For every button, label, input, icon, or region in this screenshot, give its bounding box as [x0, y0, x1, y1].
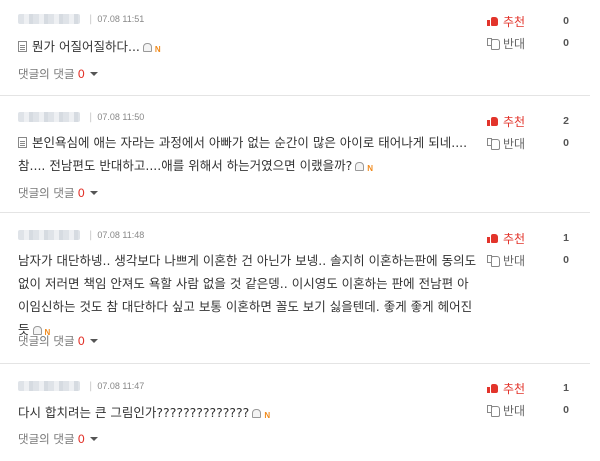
comment-list: | 07.08 11:51 뭔가 어질어질하다... N 댓글의 댓글 0 추천 0… [0, 0, 600, 461]
downvote-label: 반대 [503, 36, 526, 51]
caret-down-icon [89, 191, 98, 195]
reply-toggle[interactable]: 댓글의 댓글 0 [18, 66, 98, 82]
upvote-button[interactable]: 추천 2 [487, 114, 577, 129]
upvote-count: 0 [563, 15, 569, 27]
downvote-button[interactable]: 반대 0 [487, 253, 577, 268]
downvote-button[interactable]: 반대 0 [487, 403, 577, 418]
comment-meta: | 07.08 11:50 [18, 111, 144, 123]
comment-line: 남자가 대단하넹.. 생각보다 나쁘게 이혼한 건 아닌가 보넹.. 솔지히 이… [18, 253, 477, 268]
comment-item: | 07.08 11:51 뭔가 어질어질하다... N 댓글의 댓글 0 추천 0… [0, 0, 590, 96]
report-icon[interactable] [252, 409, 262, 418]
upvote-count: 2 [563, 115, 569, 127]
comment-extras: N [252, 402, 270, 427]
downvote-count: 0 [563, 254, 569, 266]
report-icon[interactable] [142, 43, 152, 52]
comment-body: 본인욕심에 애는 자라는 과정에서 아빠가 없는 순간이 많은 아이로 태어나게… [18, 131, 478, 180]
thumbs-up-icon [487, 116, 498, 126]
upvote-count: 1 [563, 382, 569, 394]
downvote-count: 0 [563, 404, 569, 416]
new-badge: N [367, 164, 374, 173]
thumbs-up-icon [487, 233, 498, 243]
reply-toggle[interactable]: 댓글의 댓글 0 [18, 333, 98, 349]
thumbs-down-icon [487, 38, 500, 50]
downvote-label: 반대 [503, 136, 526, 151]
upvote-label: 추천 [503, 114, 526, 129]
comment-line: 참.... 전남편도 반대하고....애를 위해서 하는거였으면 이랬을까? N [18, 154, 478, 180]
report-icon[interactable] [355, 162, 365, 171]
comment-date: 07.08 11:47 [97, 381, 145, 391]
comment-extras: N [355, 155, 373, 180]
reply-count: 0 [77, 432, 85, 446]
document-icon [18, 137, 27, 148]
comment-date: 07.08 11:50 [97, 112, 145, 122]
downvote-count: 0 [563, 137, 569, 149]
reply-toggle[interactable]: 댓글의 댓글 0 [18, 185, 98, 201]
downvote-button[interactable]: 반대 0 [487, 136, 577, 151]
comment-line: 없이 저러면 책임 안져도 욕할 사람 없을 것 같은뎅.. 이시영도 이혼하는… [18, 276, 469, 291]
thumbs-up-icon [487, 383, 498, 393]
comment-date: 07.08 11:51 [97, 14, 145, 24]
downvote-count: 0 [563, 37, 569, 49]
upvote-button[interactable]: 추천 0 [487, 14, 577, 29]
comment-text-line: 참.... 전남편도 반대하고....애를 위해서 하는거였으면 이랬을까? [18, 158, 353, 173]
comment-item: | 07.08 11:50 본인욕심에 애는 자라는 과정에서 아빠가 없는 순… [0, 96, 590, 213]
comment-item: | 07.08 11:47 다시 합치려는 큰 그림인가????????????… [0, 364, 590, 461]
reply-toggle[interactable]: 댓글의 댓글 0 [18, 431, 98, 447]
reply-label: 댓글의 댓글 [18, 432, 75, 446]
upvote-label: 추천 [503, 14, 526, 29]
thumbs-down-icon [487, 405, 500, 417]
comment-item: | 07.08 11:48 남자가 대단하넹.. 생각보다 나쁘게 이혼한 건 … [0, 213, 590, 364]
reply-count: 0 [77, 67, 85, 81]
masked-nickname [18, 112, 80, 122]
thumbs-down-icon [487, 138, 500, 150]
reply-label: 댓글의 댓글 [18, 67, 75, 81]
document-icon [18, 41, 27, 52]
comment-meta: | 07.08 11:47 [18, 380, 144, 392]
new-badge: N [264, 411, 271, 420]
caret-down-icon [89, 437, 98, 441]
comment-extras: N [142, 36, 161, 61]
separator: | [89, 111, 93, 123]
downvote-button[interactable]: 반대 0 [487, 36, 577, 51]
comment-text-line: 뭔가 어질어질하다... [32, 39, 140, 54]
upvote-label: 추천 [503, 381, 526, 396]
comment-text-line: 본인욕심에 애는 자라는 과정에서 아빠가 없는 순간이 많은 아이로 태어나게… [32, 135, 468, 150]
separator: | [89, 380, 93, 392]
thumbs-down-icon [487, 255, 500, 267]
caret-down-icon [89, 339, 98, 343]
upvote-count: 1 [563, 232, 569, 244]
comment-meta: | 07.08 11:51 [18, 13, 144, 25]
masked-nickname [18, 381, 80, 391]
reply-label: 댓글의 댓글 [18, 186, 75, 200]
reply-count: 0 [77, 186, 85, 200]
comment-text-line: 다시 합치려는 큰 그림인가?????????????? [18, 405, 250, 420]
caret-down-icon [89, 72, 98, 76]
separator: | [89, 229, 93, 241]
comment-date: 07.08 11:48 [97, 230, 145, 240]
new-badge: N [154, 45, 161, 54]
comment-line: 본인욕심에 애는 자라는 과정에서 아빠가 없는 순간이 많은 아이로 태어나게… [18, 131, 478, 154]
comment-body: 뭔가 어질어질하다... N [18, 35, 478, 61]
comment-meta: | 07.08 11:48 [18, 229, 144, 241]
separator: | [89, 13, 93, 25]
upvote-button[interactable]: 추천 1 [487, 381, 577, 396]
comment-body: 남자가 대단하넹.. 생각보다 나쁘게 이혼한 건 아닌가 보넹.. 솔지히 이… [18, 249, 478, 344]
downvote-label: 반대 [503, 253, 526, 268]
upvote-button[interactable]: 추천 1 [487, 231, 577, 246]
reply-label: 댓글의 댓글 [18, 334, 75, 348]
thumbs-up-icon [487, 16, 498, 26]
comment-line: 이임신하는 것도 참 대단하다 싶고 보통 이혼하면 꼴도 보기 싫을텐데. 좋… [18, 299, 473, 314]
masked-nickname [18, 14, 80, 24]
downvote-label: 반대 [503, 403, 526, 418]
comment-body: 다시 합치려는 큰 그림인가?????????????? N [18, 401, 478, 427]
reply-count: 0 [77, 334, 85, 348]
upvote-label: 추천 [503, 231, 526, 246]
masked-nickname [18, 230, 80, 240]
